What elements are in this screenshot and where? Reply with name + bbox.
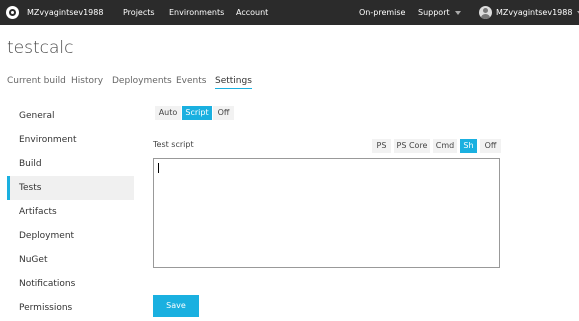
account-name[interactable]: MZvyagintsev1988 <box>27 8 103 17</box>
user-menu[interactable]: MZvyagintsev1988 <box>496 8 579 17</box>
sidebar-item-permissions[interactable]: Permissions <box>7 296 134 320</box>
lang-ps-button[interactable]: PS <box>372 139 391 153</box>
tab-events[interactable]: Events <box>176 76 206 86</box>
nav-support-label: Support <box>418 8 450 17</box>
nav-support[interactable]: Support <box>418 8 461 17</box>
sidebar-item-build[interactable]: Build <box>7 152 134 176</box>
tab-current-build[interactable]: Current build <box>7 76 66 86</box>
user-name: MZvyagintsev1988 <box>496 8 573 17</box>
sidebar-item-general[interactable]: General <box>7 104 134 128</box>
top-navbar: MZvyagintsev1988 Projects Environments A… <box>0 0 579 25</box>
tab-deployments[interactable]: Deployments <box>112 76 172 86</box>
lang-sh-button[interactable]: Sh <box>460 139 477 153</box>
test-script-textarea[interactable] <box>153 158 500 268</box>
lang-pscore-button[interactable]: PS Core <box>394 139 430 153</box>
avatar[interactable] <box>479 6 492 19</box>
sidebar-item-notifications[interactable]: Notifications <box>7 272 134 296</box>
sidebar-item-tests[interactable]: Tests <box>7 176 134 200</box>
test-script-label: Test script <box>153 140 194 149</box>
page-title: testcalc <box>7 38 74 58</box>
mode-off-button[interactable]: Off <box>213 106 234 120</box>
tab-settings[interactable]: Settings <box>215 76 252 89</box>
chevron-down-icon <box>454 10 461 15</box>
lang-off-button[interactable]: Off <box>480 139 501 153</box>
nav-projects[interactable]: Projects <box>123 8 155 17</box>
nav-on-premise[interactable]: On-premise <box>359 8 405 17</box>
lang-cmd-button[interactable]: Cmd <box>433 139 457 153</box>
mode-script-button[interactable]: Script <box>182 106 212 120</box>
sidebar-item-environment[interactable]: Environment <box>7 128 134 152</box>
text-cursor <box>158 163 159 173</box>
sidebar-item-artifacts[interactable]: Artifacts <box>7 200 134 224</box>
sidebar-item-deployment[interactable]: Deployment <box>7 224 134 248</box>
sidebar-item-nuget[interactable]: NuGet <box>7 248 134 272</box>
nav-account[interactable]: Account <box>236 8 268 17</box>
appveyor-logo-icon[interactable] <box>6 6 19 19</box>
nav-environments[interactable]: Environments <box>169 8 224 17</box>
save-button[interactable]: Save <box>153 295 199 317</box>
mode-auto-button[interactable]: Auto <box>155 106 181 120</box>
tab-history[interactable]: History <box>71 76 103 86</box>
